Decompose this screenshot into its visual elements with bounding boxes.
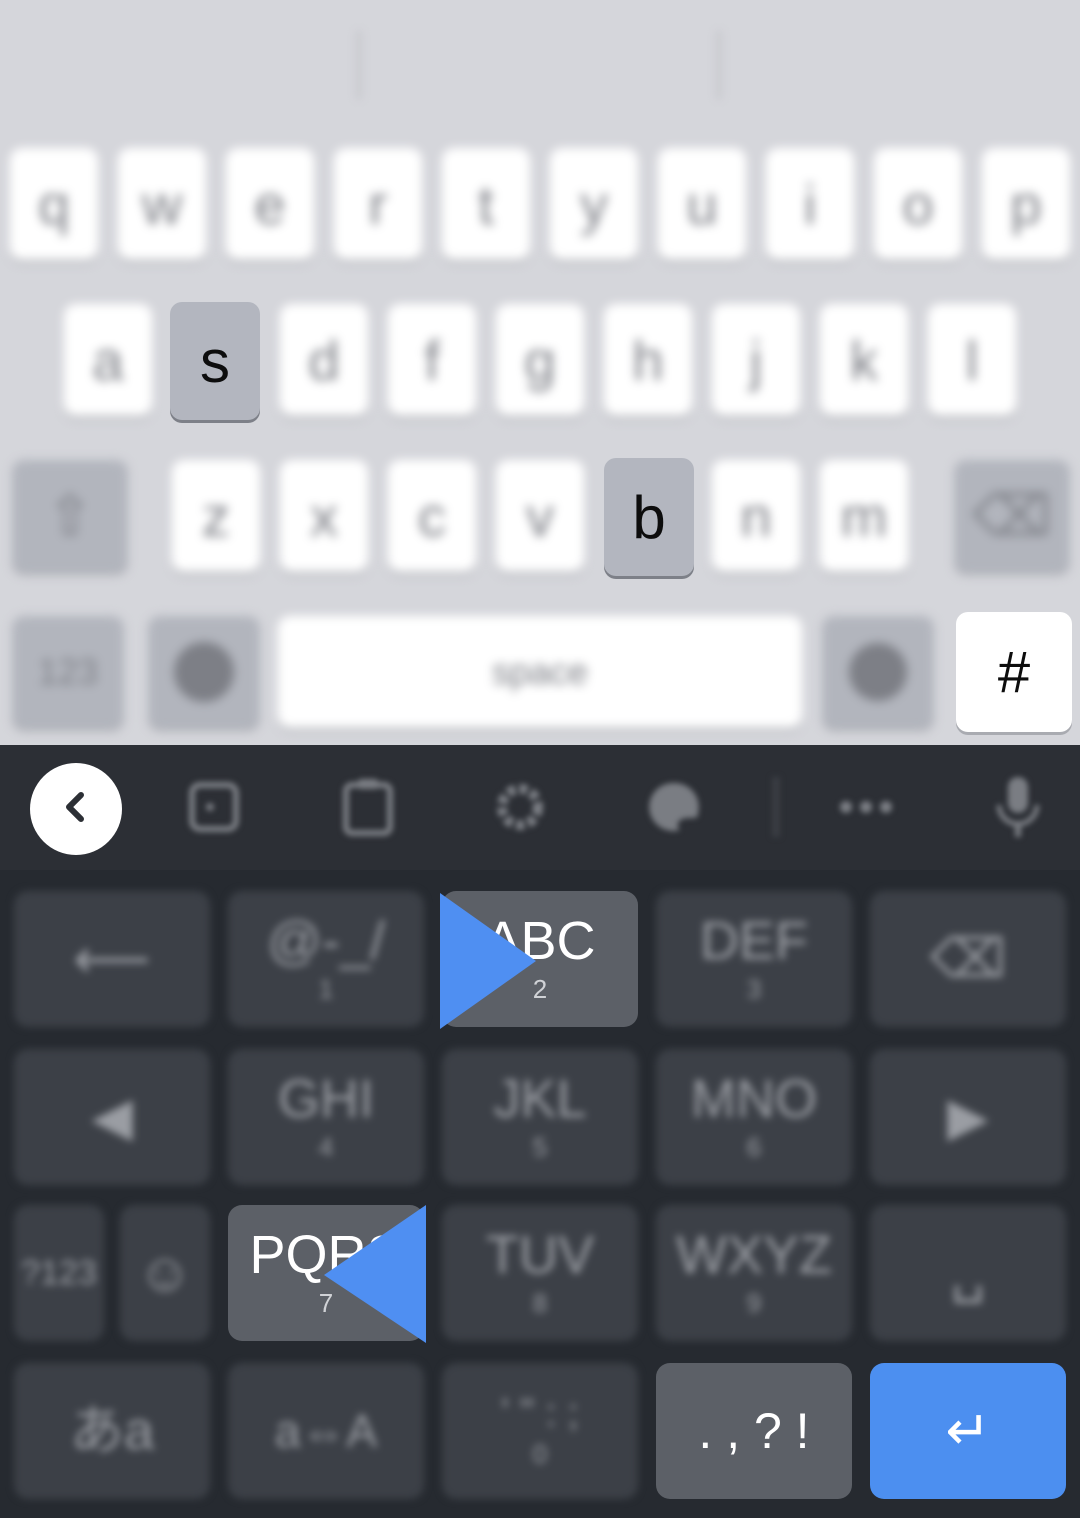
key-b[interactable]: b xyxy=(604,458,694,576)
emoji-icon xyxy=(174,642,234,702)
key-p[interactable]: p xyxy=(982,148,1070,260)
key-ghi-4[interactable]: GHI 4 xyxy=(228,1049,424,1185)
sticker-icon[interactable] xyxy=(182,775,246,839)
mic-icon xyxy=(849,643,907,701)
key-z[interactable]: z xyxy=(172,460,260,572)
enter-icon: ↵ xyxy=(945,1401,991,1461)
space-key-dark[interactable]: ␣ xyxy=(870,1205,1066,1341)
backspace-icon: ⌫ xyxy=(972,484,1052,547)
separator xyxy=(356,30,362,100)
mic-icon[interactable] xyxy=(986,775,1050,839)
key-y[interactable]: y xyxy=(550,148,638,260)
key-v[interactable]: v xyxy=(496,460,584,572)
punctuation-key[interactable]: . , ? ! xyxy=(656,1363,852,1499)
key-u[interactable]: u xyxy=(658,148,746,260)
arrow-left-icon: ◀ xyxy=(91,1087,133,1147)
key-wxyz-9[interactable]: WXYZ 9 xyxy=(656,1205,852,1341)
symbols-key[interactable]: ?123 xyxy=(14,1205,104,1341)
key-j[interactable]: j xyxy=(712,304,800,416)
palette-icon[interactable] xyxy=(642,775,706,839)
emoji-key-dark[interactable]: ☺ xyxy=(120,1205,210,1341)
key-tuv-8[interactable]: TUV 8 xyxy=(442,1205,638,1341)
key-f[interactable]: f xyxy=(388,304,476,416)
key-m[interactable]: m xyxy=(820,460,908,572)
emoji-key[interactable] xyxy=(148,616,260,728)
key-q[interactable]: q xyxy=(10,148,98,260)
clipboard-icon[interactable] xyxy=(336,775,400,839)
backspace-key[interactable]: ⌫ xyxy=(954,460,1070,572)
key-quotes-0[interactable]: ' " : ; 0 xyxy=(442,1363,638,1499)
hash-key[interactable]: # xyxy=(956,612,1072,732)
key-def-3[interactable]: DEF 3 xyxy=(656,891,852,1027)
key-o[interactable]: o xyxy=(874,148,962,260)
cursor-left-key[interactable]: ◀ xyxy=(14,1049,210,1185)
return-left-key[interactable]: ⟵ xyxy=(14,891,210,1027)
key-c[interactable]: c xyxy=(388,460,476,572)
separator xyxy=(716,30,722,100)
numbers-key[interactable]: 123 xyxy=(12,616,124,728)
mic-key[interactable] xyxy=(822,616,934,728)
key-s[interactable]: s xyxy=(170,302,260,420)
case-toggle-key[interactable]: a⇔A xyxy=(228,1363,424,1499)
toolbar-divider xyxy=(772,777,780,837)
key-t[interactable]: t xyxy=(442,148,530,260)
dark-keyboard: ⟵ @-_/1 ABC 2 DEF 3 ⌫ ◀ GHI 4 JKL 5 MNO 6 ▶ ?… xyxy=(0,745,1080,1518)
key-h[interactable]: h xyxy=(604,304,692,416)
shift-key[interactable]: ⇧ xyxy=(12,460,128,572)
key-a[interactable]: a xyxy=(64,304,152,416)
space-key[interactable]: space xyxy=(278,616,802,728)
backspace-icon: ⌫ xyxy=(929,929,1007,989)
key-l[interactable]: l xyxy=(928,304,1016,416)
arrow-right-icon: ▶ xyxy=(947,1087,989,1147)
pointer-right-icon xyxy=(440,893,536,1029)
more-icon[interactable] xyxy=(834,775,898,839)
chevron-left-icon xyxy=(58,789,94,830)
key-g[interactable]: g xyxy=(496,304,584,416)
light-keyboard: q w e r t y u i o p a s d f g h j k l ⇧ … xyxy=(0,0,1080,745)
key-k[interactable]: k xyxy=(820,304,908,416)
kana-toggle-key[interactable]: あa xyxy=(14,1363,210,1499)
enter-key[interactable]: ↵ xyxy=(870,1363,1066,1499)
space-icon: ␣ xyxy=(950,1243,986,1303)
backspace-key-dark[interactable]: ⌫ xyxy=(870,891,1066,1027)
shift-icon: ⇧ xyxy=(46,484,94,547)
key-mno-6[interactable]: MNO 6 xyxy=(656,1049,852,1185)
key-n[interactable]: n xyxy=(712,460,800,572)
key-r[interactable]: r xyxy=(334,148,422,260)
gear-icon[interactable] xyxy=(488,775,552,839)
emoji-icon: ☺ xyxy=(137,1243,193,1303)
key-jkl-5[interactable]: JKL 5 xyxy=(442,1049,638,1185)
key-d[interactable]: d xyxy=(280,304,368,416)
back-button[interactable] xyxy=(30,763,122,855)
keyboard-toolbar xyxy=(0,745,1080,870)
key-i[interactable]: i xyxy=(766,148,854,260)
key-e[interactable]: e xyxy=(226,148,314,260)
cursor-right-key[interactable]: ▶ xyxy=(870,1049,1066,1185)
key-w[interactable]: w xyxy=(118,148,206,260)
key-symbols-1[interactable]: @-_/1 xyxy=(228,891,424,1027)
key-x[interactable]: x xyxy=(280,460,368,572)
pointer-left-icon xyxy=(324,1205,426,1343)
